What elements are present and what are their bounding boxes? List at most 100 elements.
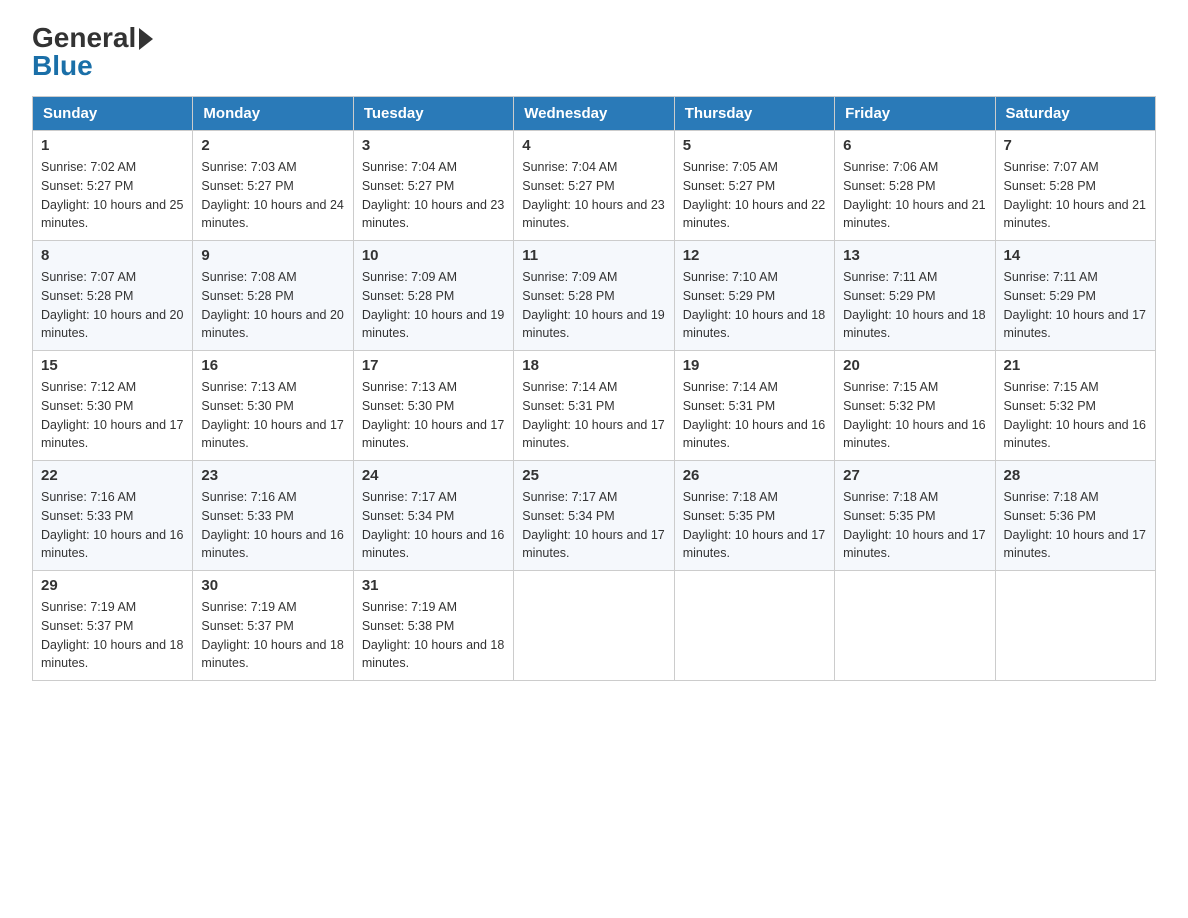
day-info: Sunrise: 7:03 AM Sunset: 5:27 PM Dayligh… [201,158,344,233]
day-info: Sunrise: 7:11 AM Sunset: 5:29 PM Dayligh… [1004,268,1147,343]
day-number: 12 [683,247,826,264]
day-number: 20 [843,357,986,374]
day-number: 21 [1004,357,1147,374]
day-info: Sunrise: 7:08 AM Sunset: 5:28 PM Dayligh… [201,268,344,343]
day-number: 11 [522,247,665,264]
day-info: Sunrise: 7:12 AM Sunset: 5:30 PM Dayligh… [41,378,184,453]
day-number: 26 [683,467,826,484]
day-cell: 29 Sunrise: 7:19 AM Sunset: 5:37 PM Dayl… [33,571,193,681]
day-number: 23 [201,467,344,484]
day-cell: 3 Sunrise: 7:04 AM Sunset: 5:27 PM Dayli… [353,131,513,241]
day-number: 13 [843,247,986,264]
day-cell: 30 Sunrise: 7:19 AM Sunset: 5:37 PM Dayl… [193,571,353,681]
day-number: 16 [201,357,344,374]
weekday-header-tuesday: Tuesday [353,97,513,131]
day-info: Sunrise: 7:13 AM Sunset: 5:30 PM Dayligh… [201,378,344,453]
week-row-3: 15 Sunrise: 7:12 AM Sunset: 5:30 PM Dayl… [33,351,1156,461]
day-info: Sunrise: 7:11 AM Sunset: 5:29 PM Dayligh… [843,268,986,343]
day-cell: 8 Sunrise: 7:07 AM Sunset: 5:28 PM Dayli… [33,241,193,351]
day-cell: 9 Sunrise: 7:08 AM Sunset: 5:28 PM Dayli… [193,241,353,351]
logo-blue-text: Blue [32,52,93,80]
day-info: Sunrise: 7:06 AM Sunset: 5:28 PM Dayligh… [843,158,986,233]
day-number: 31 [362,577,505,594]
header: General Blue [32,24,1156,80]
day-info: Sunrise: 7:14 AM Sunset: 5:31 PM Dayligh… [683,378,826,453]
day-cell: 15 Sunrise: 7:12 AM Sunset: 5:30 PM Dayl… [33,351,193,461]
day-info: Sunrise: 7:15 AM Sunset: 5:32 PM Dayligh… [843,378,986,453]
day-number: 17 [362,357,505,374]
day-number: 10 [362,247,505,264]
day-info: Sunrise: 7:18 AM Sunset: 5:36 PM Dayligh… [1004,488,1147,563]
weekday-header-wednesday: Wednesday [514,97,674,131]
day-cell: 19 Sunrise: 7:14 AM Sunset: 5:31 PM Dayl… [674,351,834,461]
day-cell [514,571,674,681]
day-cell: 14 Sunrise: 7:11 AM Sunset: 5:29 PM Dayl… [995,241,1155,351]
day-cell: 4 Sunrise: 7:04 AM Sunset: 5:27 PM Dayli… [514,131,674,241]
day-cell: 12 Sunrise: 7:10 AM Sunset: 5:29 PM Dayl… [674,241,834,351]
day-number: 9 [201,247,344,264]
day-cell: 26 Sunrise: 7:18 AM Sunset: 5:35 PM Dayl… [674,461,834,571]
day-cell: 22 Sunrise: 7:16 AM Sunset: 5:33 PM Dayl… [33,461,193,571]
day-number: 2 [201,137,344,154]
weekday-header-thursday: Thursday [674,97,834,131]
day-info: Sunrise: 7:13 AM Sunset: 5:30 PM Dayligh… [362,378,505,453]
day-number: 7 [1004,137,1147,154]
day-cell: 5 Sunrise: 7:05 AM Sunset: 5:27 PM Dayli… [674,131,834,241]
day-cell: 24 Sunrise: 7:17 AM Sunset: 5:34 PM Dayl… [353,461,513,571]
logo: General Blue [32,24,153,80]
day-cell: 16 Sunrise: 7:13 AM Sunset: 5:30 PM Dayl… [193,351,353,461]
day-cell: 21 Sunrise: 7:15 AM Sunset: 5:32 PM Dayl… [995,351,1155,461]
day-info: Sunrise: 7:09 AM Sunset: 5:28 PM Dayligh… [362,268,505,343]
day-info: Sunrise: 7:07 AM Sunset: 5:28 PM Dayligh… [41,268,184,343]
day-info: Sunrise: 7:04 AM Sunset: 5:27 PM Dayligh… [362,158,505,233]
day-number: 22 [41,467,184,484]
day-cell: 1 Sunrise: 7:02 AM Sunset: 5:27 PM Dayli… [33,131,193,241]
day-info: Sunrise: 7:16 AM Sunset: 5:33 PM Dayligh… [41,488,184,563]
day-info: Sunrise: 7:16 AM Sunset: 5:33 PM Dayligh… [201,488,344,563]
day-number: 29 [41,577,184,594]
day-number: 6 [843,137,986,154]
day-info: Sunrise: 7:04 AM Sunset: 5:27 PM Dayligh… [522,158,665,233]
weekday-header-monday: Monday [193,97,353,131]
day-info: Sunrise: 7:18 AM Sunset: 5:35 PM Dayligh… [683,488,826,563]
day-number: 4 [522,137,665,154]
day-cell: 13 Sunrise: 7:11 AM Sunset: 5:29 PM Dayl… [835,241,995,351]
day-number: 14 [1004,247,1147,264]
day-cell: 31 Sunrise: 7:19 AM Sunset: 5:38 PM Dayl… [353,571,513,681]
day-number: 18 [522,357,665,374]
day-cell: 11 Sunrise: 7:09 AM Sunset: 5:28 PM Dayl… [514,241,674,351]
day-cell [995,571,1155,681]
calendar-table: SundayMondayTuesdayWednesdayThursdayFrid… [32,96,1156,681]
day-number: 28 [1004,467,1147,484]
day-info: Sunrise: 7:02 AM Sunset: 5:27 PM Dayligh… [41,158,184,233]
day-cell [835,571,995,681]
day-info: Sunrise: 7:09 AM Sunset: 5:28 PM Dayligh… [522,268,665,343]
day-number: 1 [41,137,184,154]
day-cell: 25 Sunrise: 7:17 AM Sunset: 5:34 PM Dayl… [514,461,674,571]
day-cell: 6 Sunrise: 7:06 AM Sunset: 5:28 PM Dayli… [835,131,995,241]
week-row-2: 8 Sunrise: 7:07 AM Sunset: 5:28 PM Dayli… [33,241,1156,351]
day-info: Sunrise: 7:18 AM Sunset: 5:35 PM Dayligh… [843,488,986,563]
week-row-1: 1 Sunrise: 7:02 AM Sunset: 5:27 PM Dayli… [33,131,1156,241]
day-cell: 27 Sunrise: 7:18 AM Sunset: 5:35 PM Dayl… [835,461,995,571]
day-info: Sunrise: 7:19 AM Sunset: 5:37 PM Dayligh… [201,598,344,673]
day-cell: 17 Sunrise: 7:13 AM Sunset: 5:30 PM Dayl… [353,351,513,461]
weekday-header-row: SundayMondayTuesdayWednesdayThursdayFrid… [33,97,1156,131]
logo-general-text: General [32,24,153,52]
day-info: Sunrise: 7:17 AM Sunset: 5:34 PM Dayligh… [362,488,505,563]
day-cell: 10 Sunrise: 7:09 AM Sunset: 5:28 PM Dayl… [353,241,513,351]
week-row-5: 29 Sunrise: 7:19 AM Sunset: 5:37 PM Dayl… [33,571,1156,681]
day-info: Sunrise: 7:05 AM Sunset: 5:27 PM Dayligh… [683,158,826,233]
day-number: 27 [843,467,986,484]
day-info: Sunrise: 7:19 AM Sunset: 5:38 PM Dayligh… [362,598,505,673]
day-info: Sunrise: 7:10 AM Sunset: 5:29 PM Dayligh… [683,268,826,343]
day-number: 3 [362,137,505,154]
day-cell: 20 Sunrise: 7:15 AM Sunset: 5:32 PM Dayl… [835,351,995,461]
day-cell [674,571,834,681]
day-info: Sunrise: 7:19 AM Sunset: 5:37 PM Dayligh… [41,598,184,673]
day-number: 5 [683,137,826,154]
day-info: Sunrise: 7:07 AM Sunset: 5:28 PM Dayligh… [1004,158,1147,233]
day-info: Sunrise: 7:14 AM Sunset: 5:31 PM Dayligh… [522,378,665,453]
day-number: 8 [41,247,184,264]
day-cell: 28 Sunrise: 7:18 AM Sunset: 5:36 PM Dayl… [995,461,1155,571]
